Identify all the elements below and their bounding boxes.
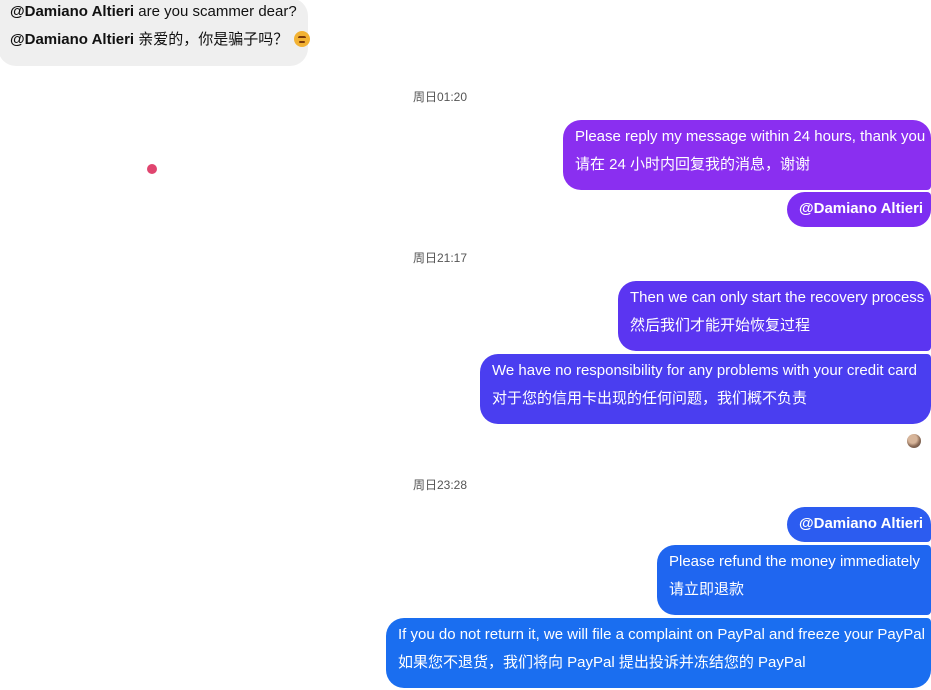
- message-line-en: Please refund the money immediately: [669, 553, 920, 570]
- mention-damiano[interactable]: @Damiano Altieri: [799, 195, 923, 223]
- outgoing-mention-message[interactable]: @Damiano Altieri: [787, 192, 931, 227]
- outgoing-mention-message[interactable]: @Damiano Altieri: [787, 507, 931, 542]
- angry-face-icon: [294, 31, 311, 47]
- message-line-en: If you do not return it, we will file a …: [398, 626, 925, 643]
- incoming-message[interactable]: @Damiano Altieri are you scammer dear? @…: [0, 0, 311, 66]
- timestamp-3: 周日23:28: [412, 478, 468, 492]
- outgoing-message[interactable]: If you do not return it, we will file a …: [386, 618, 931, 688]
- timestamp-2: 周日21:17: [412, 251, 468, 265]
- mention-damiano[interactable]: @Damiano Altieri: [799, 510, 923, 538]
- timestamp-1: 周日01:20: [412, 90, 468, 104]
- unread-dot: [147, 164, 157, 174]
- message-line-zh: 请立即退款: [669, 581, 745, 598]
- outgoing-message[interactable]: We have no responsibility for any proble…: [480, 354, 931, 424]
- incoming-line-2: @Damiano Altieri 亲爱的，你是骗子吗？: [10, 26, 311, 54]
- message-line-en: Please reply my message within 24 hours,…: [575, 128, 926, 145]
- message-line-zh: 对于您的信用卡出现的任何问题，我们概不负责: [492, 390, 808, 407]
- message-line-zh: 请在 24 小时内回复我的消息，谢谢: [575, 156, 811, 173]
- message-line-zh: 如果您不退货，我们将向 PayPal 提出投诉并冻结您的 PayPal: [398, 654, 806, 671]
- mention-damiano-2[interactable]: @Damiano Altieri: [10, 31, 134, 48]
- message-line-zh: 然后我们才能开始恢复过程: [630, 317, 811, 334]
- message-line-en: We have no responsibility for any proble…: [492, 362, 917, 379]
- incoming-line-1: @Damiano Altieri are you scammer dear?: [10, 3, 297, 20]
- read-receipt-avatar-icon: [907, 434, 921, 448]
- message-line-en: Then we can only start the recovery proc…: [630, 289, 925, 306]
- outgoing-message[interactable]: Then we can only start the recovery proc…: [618, 281, 931, 351]
- outgoing-message[interactable]: Please refund the money immediately 请立即退…: [657, 545, 931, 615]
- mention-damiano[interactable]: @Damiano Altieri: [10, 3, 134, 20]
- outgoing-message[interactable]: Please reply my message within 24 hours,…: [563, 120, 931, 190]
